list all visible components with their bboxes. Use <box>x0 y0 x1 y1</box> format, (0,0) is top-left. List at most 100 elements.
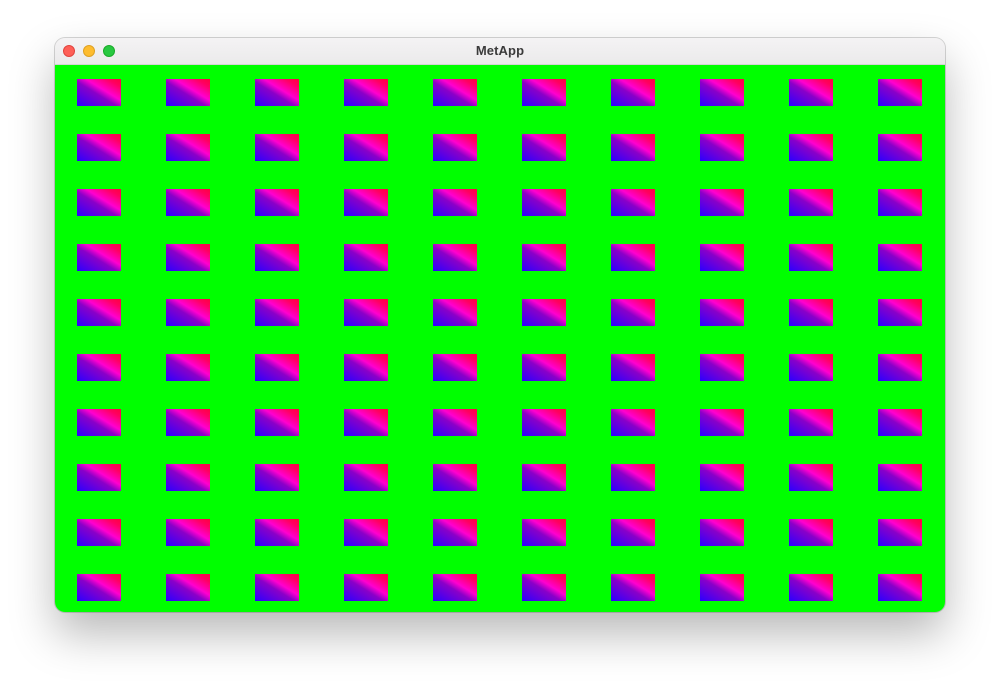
gradient-tile <box>344 574 388 601</box>
window-title: MetApp <box>475 43 525 58</box>
gradient-tile <box>522 79 566 106</box>
gradient-tile <box>344 409 388 436</box>
gradient-tile <box>878 299 922 326</box>
gradient-tile <box>789 464 833 491</box>
gradient-tile <box>255 519 299 546</box>
gradient-tile <box>522 354 566 381</box>
gradient-tile <box>611 519 655 546</box>
gradient-tile <box>611 574 655 601</box>
gradient-tile <box>522 409 566 436</box>
gradient-tile <box>789 299 833 326</box>
gradient-tile <box>433 409 477 436</box>
gradient-tile <box>700 299 744 326</box>
gradient-tile <box>77 409 121 436</box>
gradient-tile <box>166 134 210 161</box>
gradient-tile <box>878 464 922 491</box>
gradient-tile <box>77 519 121 546</box>
gradient-tile <box>255 354 299 381</box>
gradient-tile <box>166 574 210 601</box>
gradient-tile <box>878 134 922 161</box>
gradient-tile <box>700 79 744 106</box>
gradient-tile <box>611 409 655 436</box>
render-canvas[interactable] <box>55 65 945 612</box>
gradient-tile <box>255 244 299 271</box>
gradient-tile <box>255 299 299 326</box>
gradient-tile <box>789 244 833 271</box>
gradient-tile <box>77 574 121 601</box>
gradient-tile <box>433 519 477 546</box>
gradient-tile <box>789 409 833 436</box>
gradient-tile <box>433 79 477 106</box>
gradient-tile <box>878 79 922 106</box>
gradient-tile <box>700 464 744 491</box>
gradient-tile <box>522 464 566 491</box>
gradient-tile <box>77 189 121 216</box>
gradient-tile <box>700 244 744 271</box>
gradient-tile <box>789 189 833 216</box>
gradient-tile <box>166 79 210 106</box>
gradient-tile <box>700 409 744 436</box>
gradient-tile <box>255 134 299 161</box>
gradient-tile <box>255 79 299 106</box>
gradient-tile <box>77 134 121 161</box>
gradient-tile <box>344 519 388 546</box>
gradient-tile <box>433 464 477 491</box>
gradient-tile <box>166 354 210 381</box>
gradient-tile <box>878 354 922 381</box>
gradient-tile <box>878 244 922 271</box>
gradient-tile <box>611 299 655 326</box>
gradient-tile <box>878 189 922 216</box>
gradient-tile <box>344 134 388 161</box>
gradient-tile <box>700 574 744 601</box>
gradient-tile <box>433 299 477 326</box>
gradient-tile <box>611 189 655 216</box>
gradient-tile <box>789 519 833 546</box>
gradient-tile <box>166 519 210 546</box>
gradient-tile <box>255 464 299 491</box>
gradient-tile <box>166 464 210 491</box>
gradient-tile <box>700 519 744 546</box>
gradient-tile <box>344 244 388 271</box>
gradient-tile <box>166 409 210 436</box>
gradient-tile <box>789 79 833 106</box>
title-bar[interactable]: MetApp <box>55 38 945 65</box>
gradient-tile <box>77 354 121 381</box>
gradient-tile <box>166 189 210 216</box>
gradient-tile <box>344 299 388 326</box>
gradient-tile <box>611 464 655 491</box>
gradient-tile <box>878 519 922 546</box>
gradient-tile <box>433 574 477 601</box>
gradient-tile <box>255 409 299 436</box>
gradient-tile <box>344 79 388 106</box>
gradient-tile <box>700 354 744 381</box>
gradient-tile <box>77 464 121 491</box>
gradient-tile <box>522 574 566 601</box>
gradient-tile <box>611 244 655 271</box>
gradient-tile <box>789 574 833 601</box>
gradient-tile <box>878 574 922 601</box>
gradient-tile <box>522 299 566 326</box>
gradient-tile <box>166 299 210 326</box>
gradient-tile <box>789 134 833 161</box>
gradient-tile <box>611 354 655 381</box>
gradient-tile <box>700 189 744 216</box>
gradient-tile <box>77 244 121 271</box>
gradient-tile <box>255 574 299 601</box>
gradient-tile <box>433 354 477 381</box>
gradient-tile <box>77 299 121 326</box>
gradient-tile <box>344 354 388 381</box>
gradient-tile <box>433 244 477 271</box>
gradient-tile <box>344 464 388 491</box>
gradient-tile <box>344 189 388 216</box>
gradient-tile <box>433 134 477 161</box>
gradient-tile <box>878 409 922 436</box>
gradient-tile <box>611 79 655 106</box>
gradient-tile <box>77 79 121 106</box>
gradient-tile <box>433 189 477 216</box>
app-window: MetApp <box>55 38 945 612</box>
gradient-tile <box>522 244 566 271</box>
gradient-tile <box>789 354 833 381</box>
gradient-tile <box>255 189 299 216</box>
gradient-tile <box>166 244 210 271</box>
gradient-tile <box>700 134 744 161</box>
